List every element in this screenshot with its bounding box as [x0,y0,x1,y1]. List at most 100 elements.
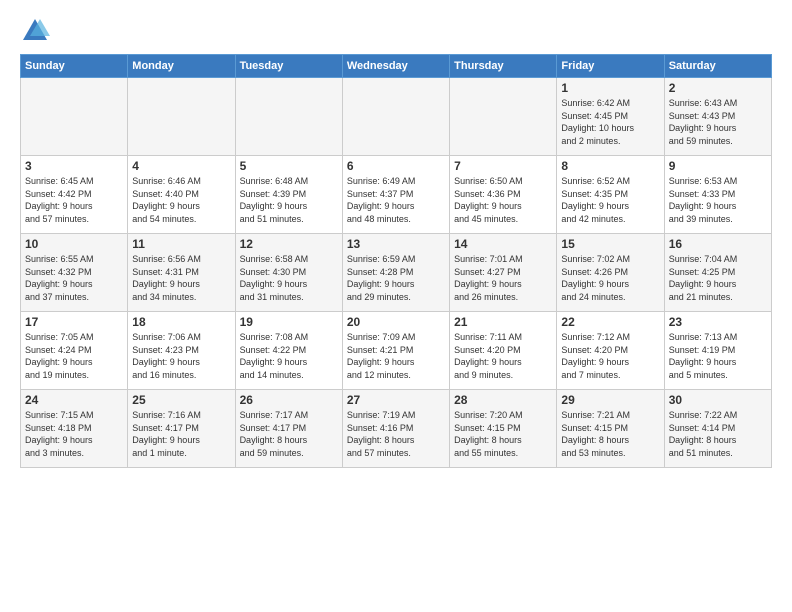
calendar-cell: 23 Sunrise: 7:13 AM Sunset: 4:19 PM Dayli… [664,312,771,390]
calendar-week-row: 1Sunrise: 6:42 AM Sunset: 4:45 PM Daylig… [21,78,772,156]
calendar-cell [21,78,128,156]
page: SundayMondayTuesdayWednesdayThursdayFrid… [0,0,792,612]
day-number: 6 [347,159,445,173]
header-row: SundayMondayTuesdayWednesdayThursdayFrid… [21,55,772,78]
calendar-cell [128,78,235,156]
calendar-cell: 15 Sunrise: 7:02 AM Sunset: 4:26 PM Dayli… [557,234,664,312]
calendar-cell [450,78,557,156]
day-info: Sunrise: 6:43 AM Sunset: 4:43 PM Dayligh… [669,97,767,147]
day-info: Sunrise: 7:04 AM Sunset: 4:25 PM Dayligh… [669,253,767,303]
day-info: Sunrise: 6:48 AM Sunset: 4:39 PM Dayligh… [240,175,338,225]
day-info: Sunrise: 6:59 AM Sunset: 4:28 PM Dayligh… [347,253,445,303]
day-info: Sunrise: 6:46 AM Sunset: 4:40 PM Dayligh… [132,175,230,225]
day-number: 15 [561,237,659,251]
calendar-cell: 20 Sunrise: 7:09 AM Sunset: 4:21 PM Dayli… [342,312,449,390]
weekday-header: Wednesday [342,55,449,78]
day-info: Sunrise: 7:11 AM Sunset: 4:20 PM Dayligh… [454,331,552,381]
day-number: 3 [25,159,123,173]
day-info: Sunrise: 6:42 AM Sunset: 4:45 PM Dayligh… [561,97,659,147]
day-info: Sunrise: 6:50 AM Sunset: 4:36 PM Dayligh… [454,175,552,225]
calendar-cell: 16Sunrise: 7:04 AM Sunset: 4:25 PM Dayli… [664,234,771,312]
day-info: Sunrise: 7:13 AM Sunset: 4:19 PM Dayligh… [669,331,767,381]
calendar-cell: 18 Sunrise: 7:06 AM Sunset: 4:23 PM Dayli… [128,312,235,390]
weekday-header: Saturday [664,55,771,78]
day-number: 2 [669,81,767,95]
logo [20,16,54,46]
calendar-cell [235,78,342,156]
calendar-cell: 1Sunrise: 6:42 AM Sunset: 4:45 PM Daylig… [557,78,664,156]
day-number: 10 [25,237,123,251]
calendar-week-row: 24 Sunrise: 7:15 AM Sunset: 4:18 PM Dayli… [21,390,772,468]
day-number: 30 [669,393,767,407]
day-info: Sunrise: 7:05 AM Sunset: 4:24 PM Dayligh… [25,331,123,381]
calendar-header: SundayMondayTuesdayWednesdayThursdayFrid… [21,55,772,78]
day-info: Sunrise: 7:01 AM Sunset: 4:27 PM Dayligh… [454,253,552,303]
calendar-cell: 22Sunrise: 7:12 AM Sunset: 4:20 PM Dayli… [557,312,664,390]
day-info: Sunrise: 6:49 AM Sunset: 4:37 PM Dayligh… [347,175,445,225]
calendar-week-row: 17Sunrise: 7:05 AM Sunset: 4:24 PM Dayli… [21,312,772,390]
calendar-cell: 26 Sunrise: 7:17 AM Sunset: 4:17 PM Dayli… [235,390,342,468]
day-number: 19 [240,315,338,329]
day-info: Sunrise: 6:45 AM Sunset: 4:42 PM Dayligh… [25,175,123,225]
calendar-cell: 17Sunrise: 7:05 AM Sunset: 4:24 PM Dayli… [21,312,128,390]
day-number: 12 [240,237,338,251]
day-number: 25 [132,393,230,407]
calendar-cell: 9 Sunrise: 6:53 AM Sunset: 4:33 PM Daylig… [664,156,771,234]
weekday-header: Thursday [450,55,557,78]
day-number: 11 [132,237,230,251]
day-info: Sunrise: 7:15 AM Sunset: 4:18 PM Dayligh… [25,409,123,459]
calendar-cell: 6 Sunrise: 6:49 AM Sunset: 4:37 PM Daylig… [342,156,449,234]
calendar-cell: 10 Sunrise: 6:55 AM Sunset: 4:32 PM Dayli… [21,234,128,312]
weekday-header: Sunday [21,55,128,78]
day-number: 28 [454,393,552,407]
header [20,16,772,46]
weekday-header: Tuesday [235,55,342,78]
day-number: 4 [132,159,230,173]
day-info: Sunrise: 7:21 AM Sunset: 4:15 PM Dayligh… [561,409,659,459]
day-number: 21 [454,315,552,329]
day-number: 24 [25,393,123,407]
day-number: 7 [454,159,552,173]
day-number: 26 [240,393,338,407]
day-info: Sunrise: 6:53 AM Sunset: 4:33 PM Dayligh… [669,175,767,225]
calendar-cell: 30 Sunrise: 7:22 AM Sunset: 4:14 PM Dayli… [664,390,771,468]
day-number: 27 [347,393,445,407]
calendar-cell: 2 Sunrise: 6:43 AM Sunset: 4:43 PM Daylig… [664,78,771,156]
calendar-cell: 14 Sunrise: 7:01 AM Sunset: 4:27 PM Dayli… [450,234,557,312]
day-info: Sunrise: 7:02 AM Sunset: 4:26 PM Dayligh… [561,253,659,303]
day-info: Sunrise: 7:17 AM Sunset: 4:17 PM Dayligh… [240,409,338,459]
calendar-cell: 24 Sunrise: 7:15 AM Sunset: 4:18 PM Dayli… [21,390,128,468]
calendar-cell: 21 Sunrise: 7:11 AM Sunset: 4:20 PM Dayli… [450,312,557,390]
day-info: Sunrise: 7:08 AM Sunset: 4:22 PM Dayligh… [240,331,338,381]
day-info: Sunrise: 6:56 AM Sunset: 4:31 PM Dayligh… [132,253,230,303]
calendar-body: 1Sunrise: 6:42 AM Sunset: 4:45 PM Daylig… [21,78,772,468]
day-info: Sunrise: 7:19 AM Sunset: 4:16 PM Dayligh… [347,409,445,459]
day-info: Sunrise: 7:06 AM Sunset: 4:23 PM Dayligh… [132,331,230,381]
calendar-cell: 3 Sunrise: 6:45 AM Sunset: 4:42 PM Daylig… [21,156,128,234]
day-number: 18 [132,315,230,329]
calendar-cell: 27 Sunrise: 7:19 AM Sunset: 4:16 PM Dayli… [342,390,449,468]
calendar-cell: 13 Sunrise: 6:59 AM Sunset: 4:28 PM Dayli… [342,234,449,312]
logo-icon [20,16,50,46]
day-info: Sunrise: 7:22 AM Sunset: 4:14 PM Dayligh… [669,409,767,459]
calendar-cell: 5 Sunrise: 6:48 AM Sunset: 4:39 PM Daylig… [235,156,342,234]
calendar-cell: 29Sunrise: 7:21 AM Sunset: 4:15 PM Dayli… [557,390,664,468]
day-number: 5 [240,159,338,173]
calendar-cell: 11 Sunrise: 6:56 AM Sunset: 4:31 PM Dayli… [128,234,235,312]
calendar-week-row: 10 Sunrise: 6:55 AM Sunset: 4:32 PM Dayli… [21,234,772,312]
day-number: 9 [669,159,767,173]
day-number: 13 [347,237,445,251]
day-number: 23 [669,315,767,329]
weekday-header: Friday [557,55,664,78]
calendar-cell: 12 Sunrise: 6:58 AM Sunset: 4:30 PM Dayli… [235,234,342,312]
day-number: 14 [454,237,552,251]
day-number: 20 [347,315,445,329]
calendar-cell: 4 Sunrise: 6:46 AM Sunset: 4:40 PM Daylig… [128,156,235,234]
day-info: Sunrise: 7:20 AM Sunset: 4:15 PM Dayligh… [454,409,552,459]
day-info: Sunrise: 7:09 AM Sunset: 4:21 PM Dayligh… [347,331,445,381]
day-info: Sunrise: 6:55 AM Sunset: 4:32 PM Dayligh… [25,253,123,303]
calendar-cell: 19 Sunrise: 7:08 AM Sunset: 4:22 PM Dayli… [235,312,342,390]
weekday-header: Monday [128,55,235,78]
calendar-week-row: 3 Sunrise: 6:45 AM Sunset: 4:42 PM Daylig… [21,156,772,234]
day-info: Sunrise: 6:58 AM Sunset: 4:30 PM Dayligh… [240,253,338,303]
